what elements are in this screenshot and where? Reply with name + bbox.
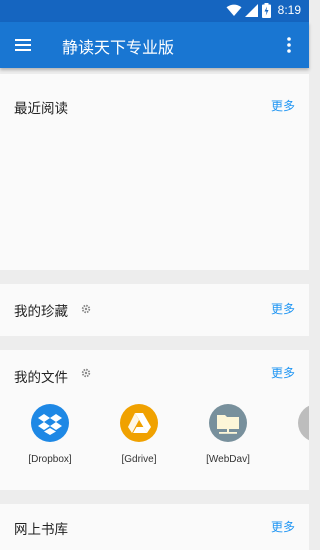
signal-icon (245, 4, 258, 17)
more-options-icon[interactable] (281, 35, 297, 55)
my-files-more-link[interactable]: 更多 (271, 364, 295, 381)
recent-reading-more-link[interactable]: 更多 (271, 97, 295, 114)
gear-icon[interactable] (81, 304, 91, 314)
wifi-icon (226, 4, 242, 16)
favorites-title: 我的珍藏 (14, 304, 68, 320)
menu-icon[interactable] (12, 35, 34, 55)
file-source-webdav[interactable]: [WebDav] (188, 404, 268, 465)
recent-reading-title: 最近阅读 (14, 101, 68, 117)
app-title: 静读天下专业版 (62, 38, 175, 57)
gear-icon[interactable] (81, 368, 91, 378)
webdav-icon (209, 404, 247, 442)
my-files-title: 我的文件 (14, 370, 68, 386)
sdcard-icon (298, 404, 309, 442)
status-bar: 8:19 (0, 0, 309, 22)
file-shelf: [Dropbox] [Gdrive] [WebDav] (0, 404, 309, 484)
my-files-section: 我的文件 更多 [Dropbox] [Gdrive] [WebDav] (0, 350, 309, 490)
file-source-sdcard[interactable]: sd (277, 404, 309, 465)
online-library-title: 网上书库 (14, 522, 68, 538)
file-source-label: sd (277, 454, 309, 465)
file-source-label: [Gdrive] (121, 454, 157, 465)
file-source-gdrive[interactable]: [Gdrive] (99, 404, 179, 465)
file-source-dropbox[interactable]: [Dropbox] (10, 404, 90, 465)
file-source-label: [Dropbox] (28, 454, 72, 465)
dropbox-icon (31, 404, 69, 442)
favorites-more-link[interactable]: 更多 (271, 300, 295, 317)
app-bar: 静读天下专业版 (0, 22, 309, 68)
online-library-section: 网上书库 更多 (0, 504, 309, 550)
google-drive-icon (120, 404, 158, 442)
favorites-section: 我的珍藏 更多 (0, 284, 309, 336)
online-library-more-link[interactable]: 更多 (271, 518, 295, 535)
status-time: 8:19 (277, 3, 301, 17)
file-source-label: [WebDav] (206, 454, 250, 465)
battery-charging-icon (262, 3, 271, 18)
recent-reading-section: 最近阅读 更多 (0, 74, 309, 270)
